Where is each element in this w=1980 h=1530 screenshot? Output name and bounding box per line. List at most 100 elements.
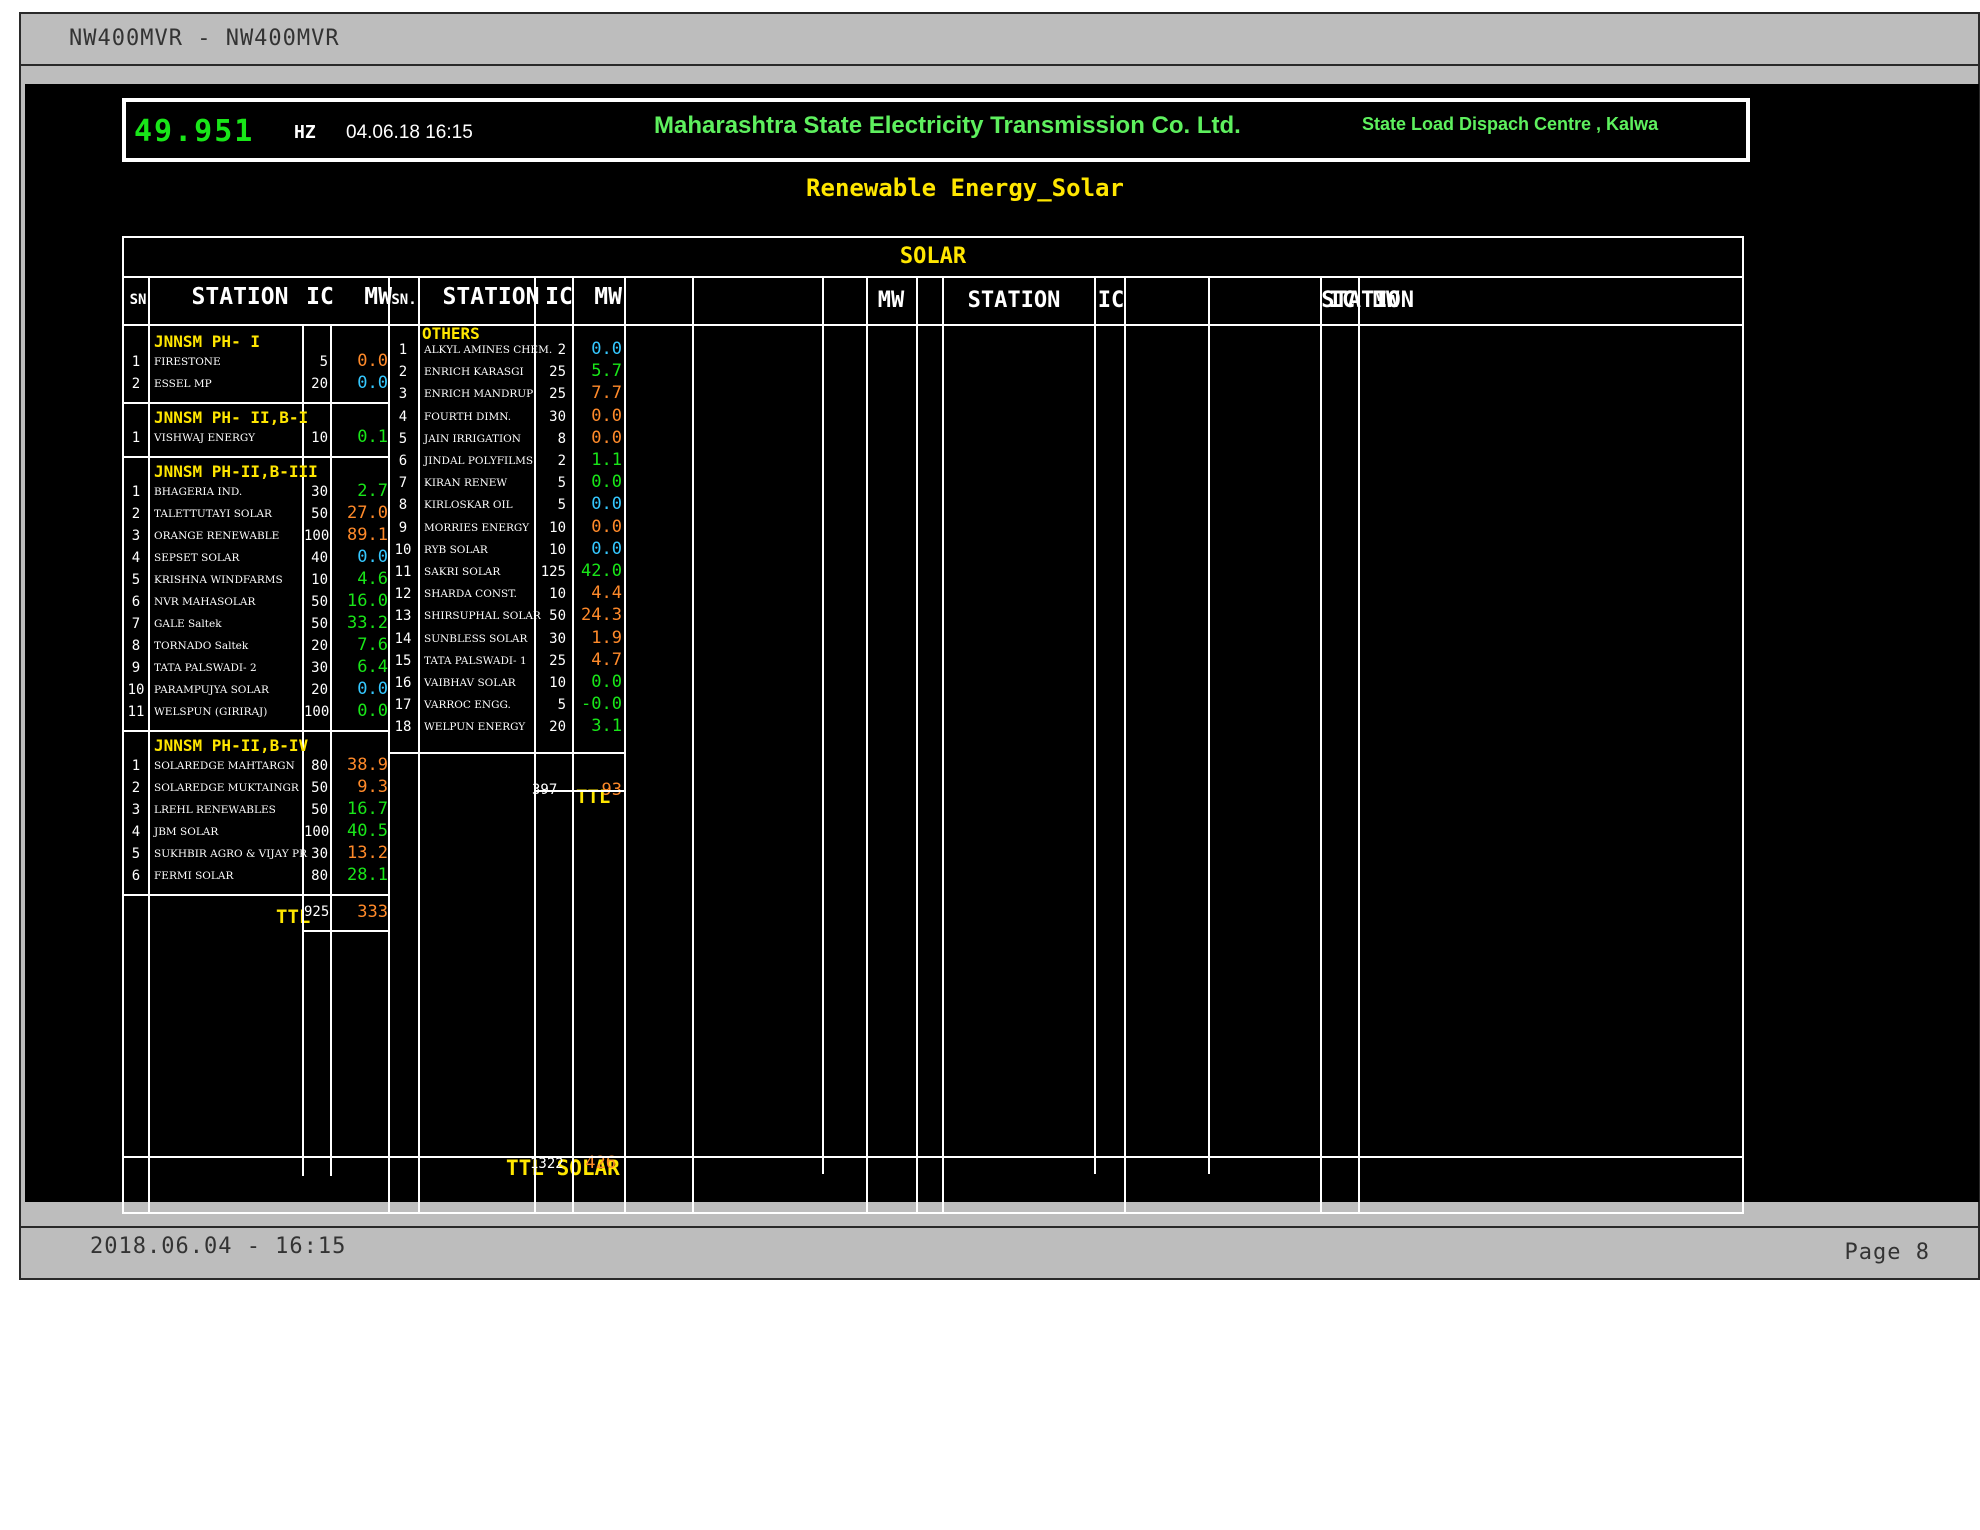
left-row-station: SOLAREDGE MAHTARGN bbox=[154, 760, 295, 772]
left-row-ic: 50 bbox=[311, 780, 328, 796]
left-row-mw: 0.1 bbox=[357, 427, 388, 447]
mid-row-station: VAIBHAV SOLAR bbox=[424, 677, 516, 689]
mid-row-sn: 8 bbox=[398, 497, 408, 514]
left-row-sn: 9 bbox=[131, 660, 141, 676]
footer-divider bbox=[21, 1226, 1978, 1228]
mid-row-station: ENRICH KARASGI bbox=[424, 366, 524, 379]
left-row-station: TATA PALSWADI- 2 bbox=[154, 662, 257, 674]
mid-row-mw: 0.0 bbox=[591, 494, 622, 515]
mid-row-ic: 10 bbox=[549, 541, 566, 558]
mid-row-sn: 5 bbox=[398, 430, 408, 447]
mid-row-station: SHARDA CONST. bbox=[424, 588, 517, 601]
grid-line-v bbox=[1208, 276, 1210, 1174]
grid-line-v bbox=[692, 276, 694, 1214]
col-sn-left: SN bbox=[129, 292, 147, 308]
left-row-mw: 9.3 bbox=[357, 777, 388, 797]
grid-line-v bbox=[822, 276, 824, 1174]
left-row-mw: 16.0 bbox=[347, 591, 388, 611]
left-row-ic: 20 bbox=[311, 376, 328, 392]
left-row-ic: 30 bbox=[311, 660, 328, 676]
left-row-mw: 0.0 bbox=[357, 701, 388, 721]
mid-row-ic: 2 bbox=[557, 453, 566, 469]
mid-row-ic: 5 bbox=[557, 497, 566, 514]
mid-row-sn: 9 bbox=[398, 519, 408, 536]
grid-line-v bbox=[1358, 276, 1360, 1214]
left-row-ic: 20 bbox=[311, 682, 328, 698]
left-row-station: FIRESTONE bbox=[154, 356, 221, 368]
left-row-ic: 80 bbox=[311, 868, 328, 884]
grid-line-v bbox=[1094, 276, 1096, 1174]
total-separator bbox=[534, 789, 624, 792]
mid-row-sn: 2 bbox=[398, 364, 408, 381]
page-title: Renewable Energy_Solar bbox=[806, 174, 1124, 202]
mid-row-mw: 0.0 bbox=[591, 672, 622, 692]
grid-line-v bbox=[942, 276, 944, 1214]
mid-row-sn: 17 bbox=[394, 697, 412, 714]
group-title: JNNSM PH- I bbox=[154, 332, 260, 351]
left-row-station: TALETTUTAYI SOLAR bbox=[154, 508, 272, 520]
group-separator bbox=[124, 894, 388, 896]
footer-timestamp: 2018.06.04 - 16:15 bbox=[90, 1234, 347, 1259]
mid-row-station: JINDAL POLYFILMS bbox=[424, 455, 534, 467]
grid-line-v bbox=[330, 324, 332, 1176]
left-row-ic: 50 bbox=[311, 802, 328, 818]
mid-row-mw: 0.0 bbox=[591, 472, 622, 493]
left-row-station: GALE Saltek bbox=[154, 618, 222, 630]
mid-row-mw: 3.1 bbox=[591, 716, 622, 737]
left-row-mw: 33.2 bbox=[347, 613, 388, 633]
left-row-ic: 50 bbox=[311, 506, 328, 522]
left-row-sn: 3 bbox=[131, 528, 141, 544]
left-row-sn: 8 bbox=[131, 638, 141, 654]
col-mw-right-a: MW bbox=[877, 288, 905, 313]
left-row-sn: 4 bbox=[131, 824, 141, 840]
left-total-ic: 925 bbox=[304, 904, 330, 920]
mid-row-mw: -0.0 bbox=[581, 694, 622, 715]
mid-row-sn: 13 bbox=[394, 608, 412, 625]
grid-line-h bbox=[124, 1156, 1742, 1158]
frequency-unit: HZ bbox=[294, 122, 316, 143]
frequency-value: 49.951 bbox=[134, 114, 255, 149]
mid-row-station: MORRIES ENERGY bbox=[424, 521, 530, 534]
left-row-station: PARAMPUJYA SOLAR bbox=[154, 684, 269, 696]
col-ic-right-b: IC bbox=[1328, 288, 1356, 313]
mid-row-station: ALKYL AMINES CHEM. bbox=[424, 344, 553, 356]
left-row-sn: 1 bbox=[131, 484, 141, 500]
mid-row-ic: 10 bbox=[549, 675, 566, 691]
mid-row-station: KIRLOSKAR OIL bbox=[424, 499, 513, 512]
mid-row-sn: 4 bbox=[398, 408, 408, 425]
col-station-right-a: STATION bbox=[967, 288, 1061, 313]
left-total-mw: 333 bbox=[357, 902, 388, 922]
mid-row-sn: 16 bbox=[394, 675, 412, 691]
mid-row-sn: 3 bbox=[398, 386, 408, 403]
left-row-sn: 6 bbox=[131, 594, 141, 610]
left-row-station: KRISHNA WINDFARMS bbox=[154, 574, 283, 586]
left-row-station: SUKHBIR AGRO & VIJAY PR bbox=[154, 848, 307, 860]
group-title: JNNSM PH-II,B-IV bbox=[154, 736, 309, 755]
group-separator bbox=[124, 730, 388, 732]
mid-row-sn: 18 bbox=[394, 719, 412, 736]
section-title: SOLAR bbox=[899, 244, 967, 269]
left-row-mw: 16.7 bbox=[347, 799, 388, 819]
group-separator bbox=[124, 456, 388, 458]
group-title: OTHERS bbox=[422, 324, 480, 343]
grid-line-v bbox=[1124, 276, 1126, 1214]
left-row-mw: 0.0 bbox=[357, 547, 388, 567]
mid-row-ic: 2 bbox=[557, 342, 566, 358]
mid-row-station: FOURTH DIMN. bbox=[424, 410, 512, 423]
left-row-ic: 5 bbox=[319, 354, 328, 370]
left-row-sn: 5 bbox=[131, 846, 141, 862]
left-row-ic: 100 bbox=[304, 824, 330, 840]
col-ic-left: IC bbox=[306, 284, 334, 310]
header-datetime: 04.06.18 16:15 bbox=[346, 122, 473, 143]
mid-row-sn: 15 bbox=[394, 652, 412, 669]
col-ic-right-a: IC bbox=[1097, 288, 1125, 313]
grid-line-v bbox=[624, 276, 626, 1214]
left-row-mw: 13.2 bbox=[347, 843, 388, 863]
left-row-station: WELSPUN (GIRIRAJ) bbox=[154, 706, 268, 718]
mid-row-mw: 0.0 bbox=[591, 516, 622, 537]
left-row-mw: 28.1 bbox=[347, 865, 388, 885]
left-row-sn: 2 bbox=[131, 376, 141, 392]
mid-row-mw: 4.7 bbox=[591, 649, 622, 670]
left-row-mw: 0.0 bbox=[357, 373, 388, 393]
mid-row-sn: 11 bbox=[394, 564, 412, 580]
